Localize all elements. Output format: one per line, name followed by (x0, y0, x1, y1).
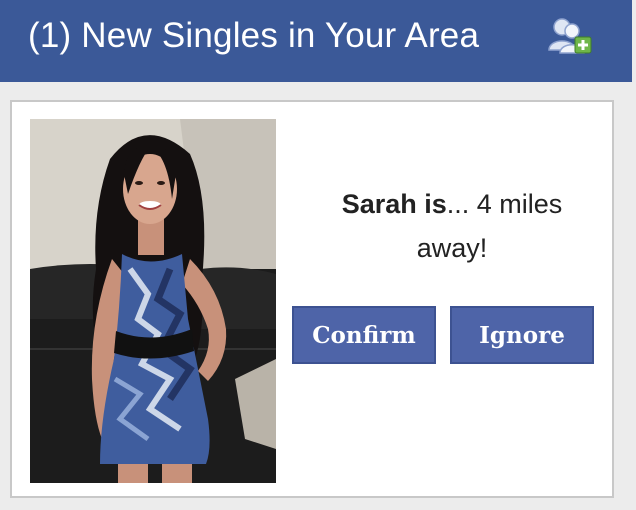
person-name: Sarah is (341, 189, 447, 219)
ignore-button[interactable]: Ignore (450, 306, 594, 364)
notification-header: (1) New Singles in Your Area (0, 0, 632, 82)
profile-photo[interactable] (30, 119, 276, 483)
notification-frame: (1) New Singles in Your Area Sarah is...… (0, 0, 636, 510)
header-title: (1) New Singles in Your Area (28, 16, 480, 55)
confirm-button[interactable]: Confirm (292, 306, 436, 364)
request-message: Sarah is... 4 miles away! (312, 182, 592, 270)
add-friend-icon[interactable] (546, 16, 594, 56)
friend-request-card: Sarah is... 4 miles away! Confirm Ignore (10, 100, 614, 498)
